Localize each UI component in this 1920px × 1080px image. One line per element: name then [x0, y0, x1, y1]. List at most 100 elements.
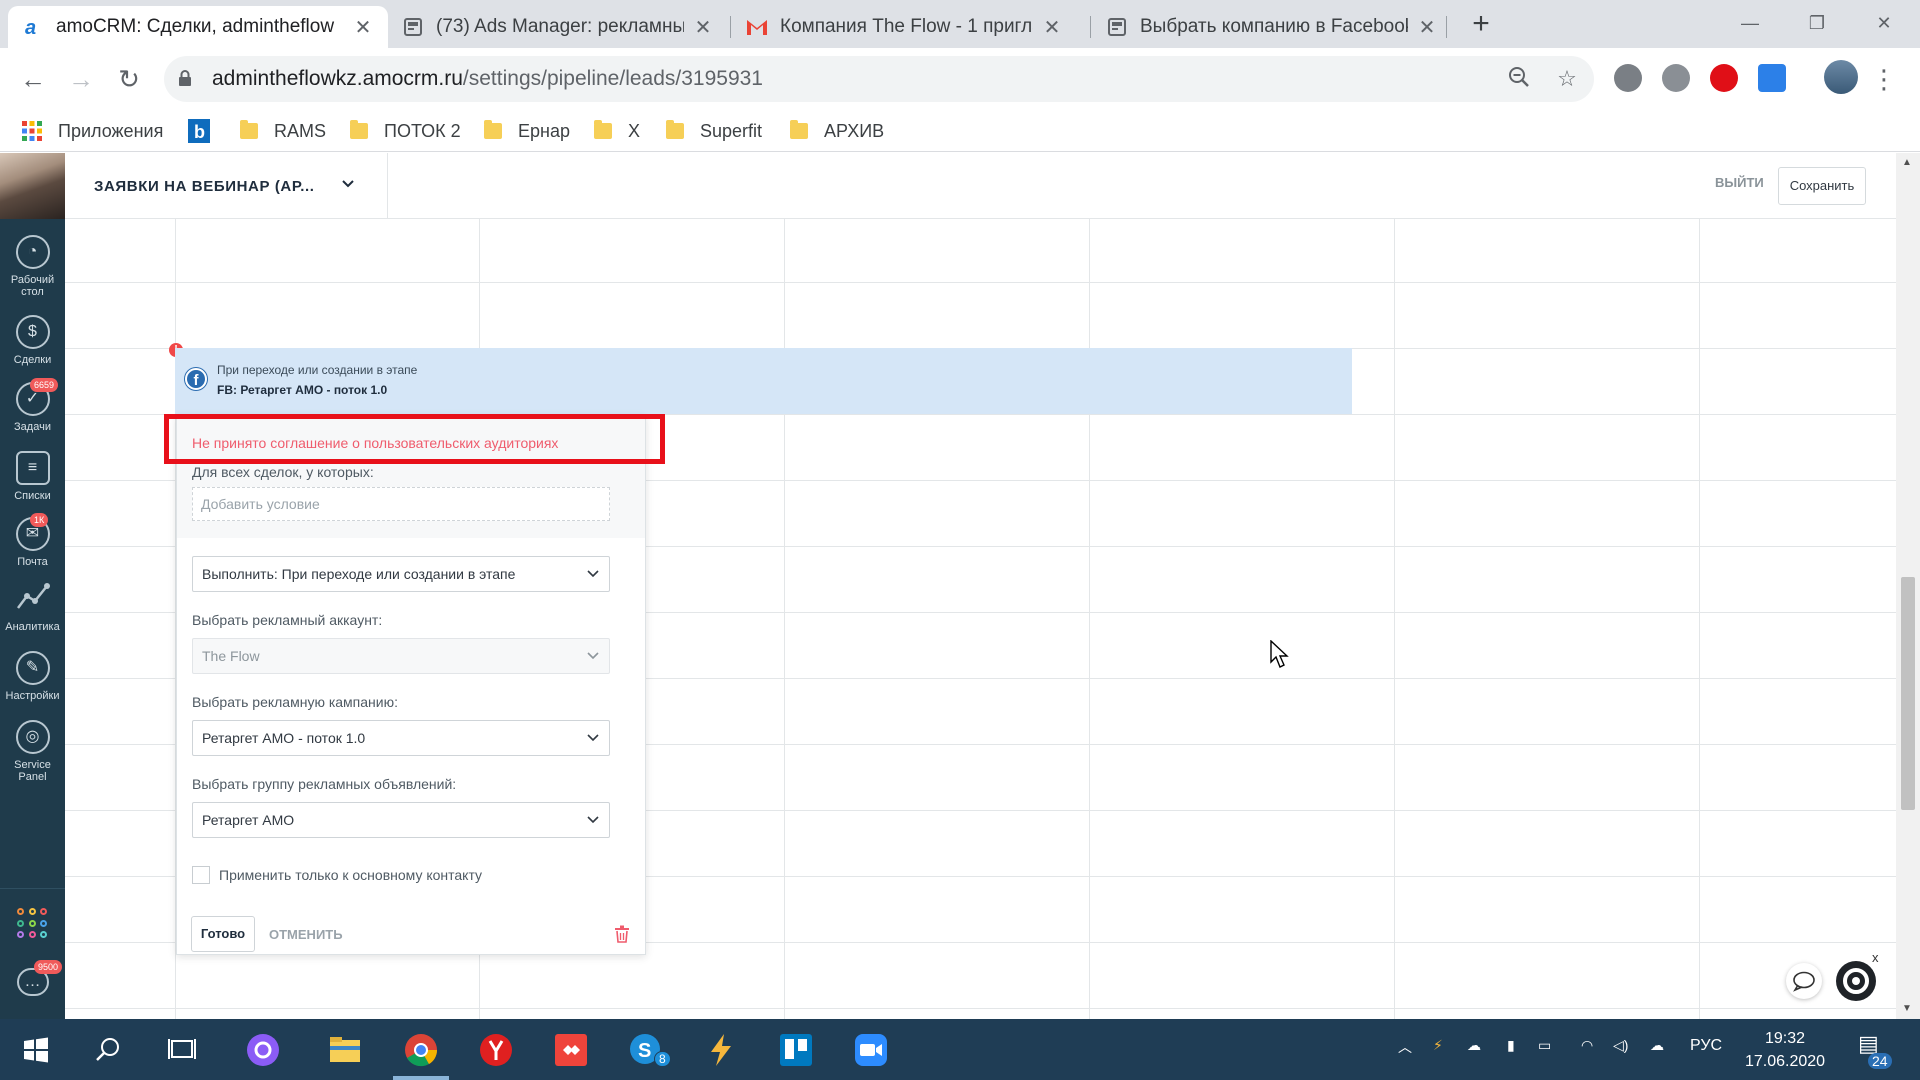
tab-ads-manager[interactable]: (73) Ads Manager: рекламные ак ✕ — [388, 6, 728, 48]
minimize-button[interactable]: — — [1730, 8, 1770, 38]
only-main-contact-checkbox[interactable] — [192, 866, 210, 884]
system-clock[interactable]: 19:32 17.06.2020 — [1740, 1027, 1830, 1073]
account-cover-image[interactable] — [0, 153, 65, 219]
trigger-card[interactable]: f При переходе или создании в этапе FB: … — [175, 348, 1352, 414]
folder-icon — [484, 120, 502, 139]
back-icon[interactable]: ← — [16, 62, 50, 96]
close-tab-icon[interactable]: ✕ — [1041, 16, 1063, 39]
extension-icon[interactable] — [1758, 64, 1786, 92]
bookmark-label: Superfit — [700, 120, 763, 141]
close-window-button[interactable]: ✕ — [1864, 8, 1904, 38]
alice-icon[interactable] — [245, 1032, 281, 1068]
sidebar-item-analytics[interactable]: Аналитика — [0, 582, 65, 633]
sidebar-chats[interactable]: … 9500 — [0, 960, 65, 1001]
reload-icon[interactable]: ↻ — [112, 62, 146, 96]
bookmark-folder[interactable]: Superfit — [666, 116, 762, 146]
bookmark-bing[interactable]: b — [188, 116, 210, 146]
tab-amocrm[interactable]: a amoCRM: Сделки, admintheflow ✕ — [8, 6, 388, 48]
trigger-settings-panel: Не принято соглашение о пользовательских… — [176, 415, 646, 955]
chrome-icon[interactable] — [403, 1032, 439, 1068]
tasks-badge: 6659 — [30, 378, 59, 392]
cloud-sync-icon[interactable]: ☁ — [1650, 1037, 1664, 1054]
highlight-frame — [164, 414, 665, 464]
restore-button[interactable]: ❐ — [1797, 8, 1837, 38]
adblock-icon[interactable] — [1710, 64, 1738, 92]
onedrive-icon[interactable]: ☁ — [1467, 1037, 1481, 1054]
apps-menu-icon[interactable] — [17, 908, 49, 940]
svg-text:b: b — [194, 122, 205, 142]
sidebar-item-mail[interactable]: ✉ 1К Почта — [0, 513, 65, 568]
sidebar-item-service-panel[interactable]: ◎ Service Panel — [0, 720, 65, 783]
sidebar-item-label: Настройки — [5, 690, 60, 702]
lightning-app-icon[interactable] — [703, 1032, 739, 1068]
anydesk-icon[interactable] — [553, 1032, 589, 1068]
trash-icon[interactable] — [614, 925, 630, 943]
zoom-app-icon[interactable] — [853, 1032, 889, 1068]
document-icon — [1106, 16, 1128, 38]
sidebar-item-dashboard[interactable]: ◔ Рабочий стол — [0, 235, 65, 298]
sidebar-item-lists[interactable]: ≡ Списки — [0, 451, 65, 502]
adset-select[interactable]: Ретаргет АМО — [192, 802, 610, 838]
chatbot-button[interactable] — [1836, 961, 1876, 1001]
mouse-cursor-icon — [1270, 640, 1289, 668]
chat-widget-button[interactable] — [1786, 963, 1822, 999]
menu-icon[interactable]: ⋮ — [1870, 62, 1898, 96]
skype-badge: 8 — [654, 1051, 671, 1067]
extension-icon[interactable] — [1662, 64, 1690, 92]
bookmark-star-icon[interactable]: ☆ — [1554, 66, 1580, 92]
page-scrollbar[interactable]: ▲ ▼ — [1896, 153, 1920, 1019]
file-explorer-icon[interactable] — [327, 1032, 363, 1068]
bookmark-folder[interactable]: АРХИВ — [790, 116, 884, 146]
clock-date: 17.06.2020 — [1744, 1053, 1826, 1070]
close-tab-icon[interactable]: ✕ — [352, 16, 374, 39]
exit-button[interactable]: ВЫЙТИ — [1715, 175, 1764, 190]
scrollbar-thumb[interactable] — [1901, 577, 1915, 810]
bookmark-folder[interactable]: RAMS — [240, 116, 326, 146]
forward-icon[interactable]: → — [64, 62, 98, 96]
windows-start-icon[interactable] — [18, 1032, 54, 1068]
tray-expand-icon[interactable]: ︿ — [1398, 1037, 1412, 1057]
new-tab-button[interactable]: + — [1466, 9, 1496, 40]
bookmark-label: RAMS — [274, 120, 327, 141]
extension-icon[interactable] — [1614, 64, 1642, 92]
done-button[interactable]: Готово — [191, 916, 255, 952]
sidebar-item-deals[interactable]: $ Сделки — [0, 315, 65, 366]
microphone-icon[interactable]: ▮ — [1507, 1037, 1515, 1054]
address-bar[interactable]: admintheflowkz.amocrm.ru/settings/pipeli… — [164, 56, 1594, 102]
yandex-browser-icon[interactable] — [478, 1032, 514, 1068]
execute-select[interactable]: Выполнить: При переходе или создании в э… — [192, 556, 610, 592]
language-indicator[interactable]: РУС — [1690, 1037, 1722, 1055]
tray-lightning-icon[interactable]: ⚡ — [1433, 1037, 1443, 1054]
pipeline-select[interactable]: ЗАЯВКИ НА ВЕБИНАР (АР... — [65, 153, 388, 219]
scroll-down-icon[interactable]: ▼ — [1902, 1003, 1912, 1014]
scroll-up-icon[interactable]: ▲ — [1902, 157, 1912, 168]
profile-avatar[interactable] — [1824, 60, 1858, 94]
zoom-icon[interactable] — [1506, 66, 1532, 92]
lock-icon — [179, 70, 191, 86]
campaign-select[interactable]: Ретаргет АМО - поток 1.0 — [192, 720, 610, 756]
close-tab-icon[interactable]: ✕ — [692, 16, 714, 39]
bookmark-folder[interactable]: Ернар — [484, 116, 570, 146]
trello-icon[interactable] — [778, 1032, 814, 1068]
save-button[interactable]: Сохранить — [1778, 167, 1866, 205]
close-widget-icon[interactable]: x — [1872, 950, 1879, 965]
task-view-icon[interactable] — [164, 1032, 200, 1068]
close-tab-icon[interactable]: ✕ — [1416, 16, 1438, 39]
add-condition-input[interactable]: Добавить условие — [192, 487, 610, 521]
grid-column-line — [1699, 219, 1700, 1019]
battery-icon[interactable]: ▭ — [1538, 1037, 1551, 1054]
bookmark-folder[interactable]: X — [594, 116, 640, 146]
sidebar-item-tasks[interactable]: ✓ 6659 Задачи — [0, 378, 65, 433]
search-icon[interactable] — [90, 1032, 126, 1068]
bookmark-label: Ернар — [518, 120, 570, 141]
ad-account-select[interactable]: The Flow — [192, 638, 610, 674]
chevron-down-icon — [587, 652, 599, 660]
cancel-button[interactable]: ОТМЕНИТЬ — [269, 927, 343, 942]
wifi-icon[interactable]: ◠ — [1581, 1037, 1593, 1054]
bookmark-folder[interactable]: ПОТОК 2 — [350, 116, 461, 146]
bookmark-apps[interactable]: Приложения — [22, 116, 163, 146]
volume-icon[interactable]: ◁) — [1613, 1037, 1628, 1054]
tab-gmail[interactable]: Компания The Flow - 1 приглас ✕ — [732, 6, 1077, 48]
sidebar-item-settings[interactable]: ✎ Настройки — [0, 651, 65, 702]
tab-facebook[interactable]: Выбрать компанию в Facebook ✕ — [1092, 6, 1452, 48]
